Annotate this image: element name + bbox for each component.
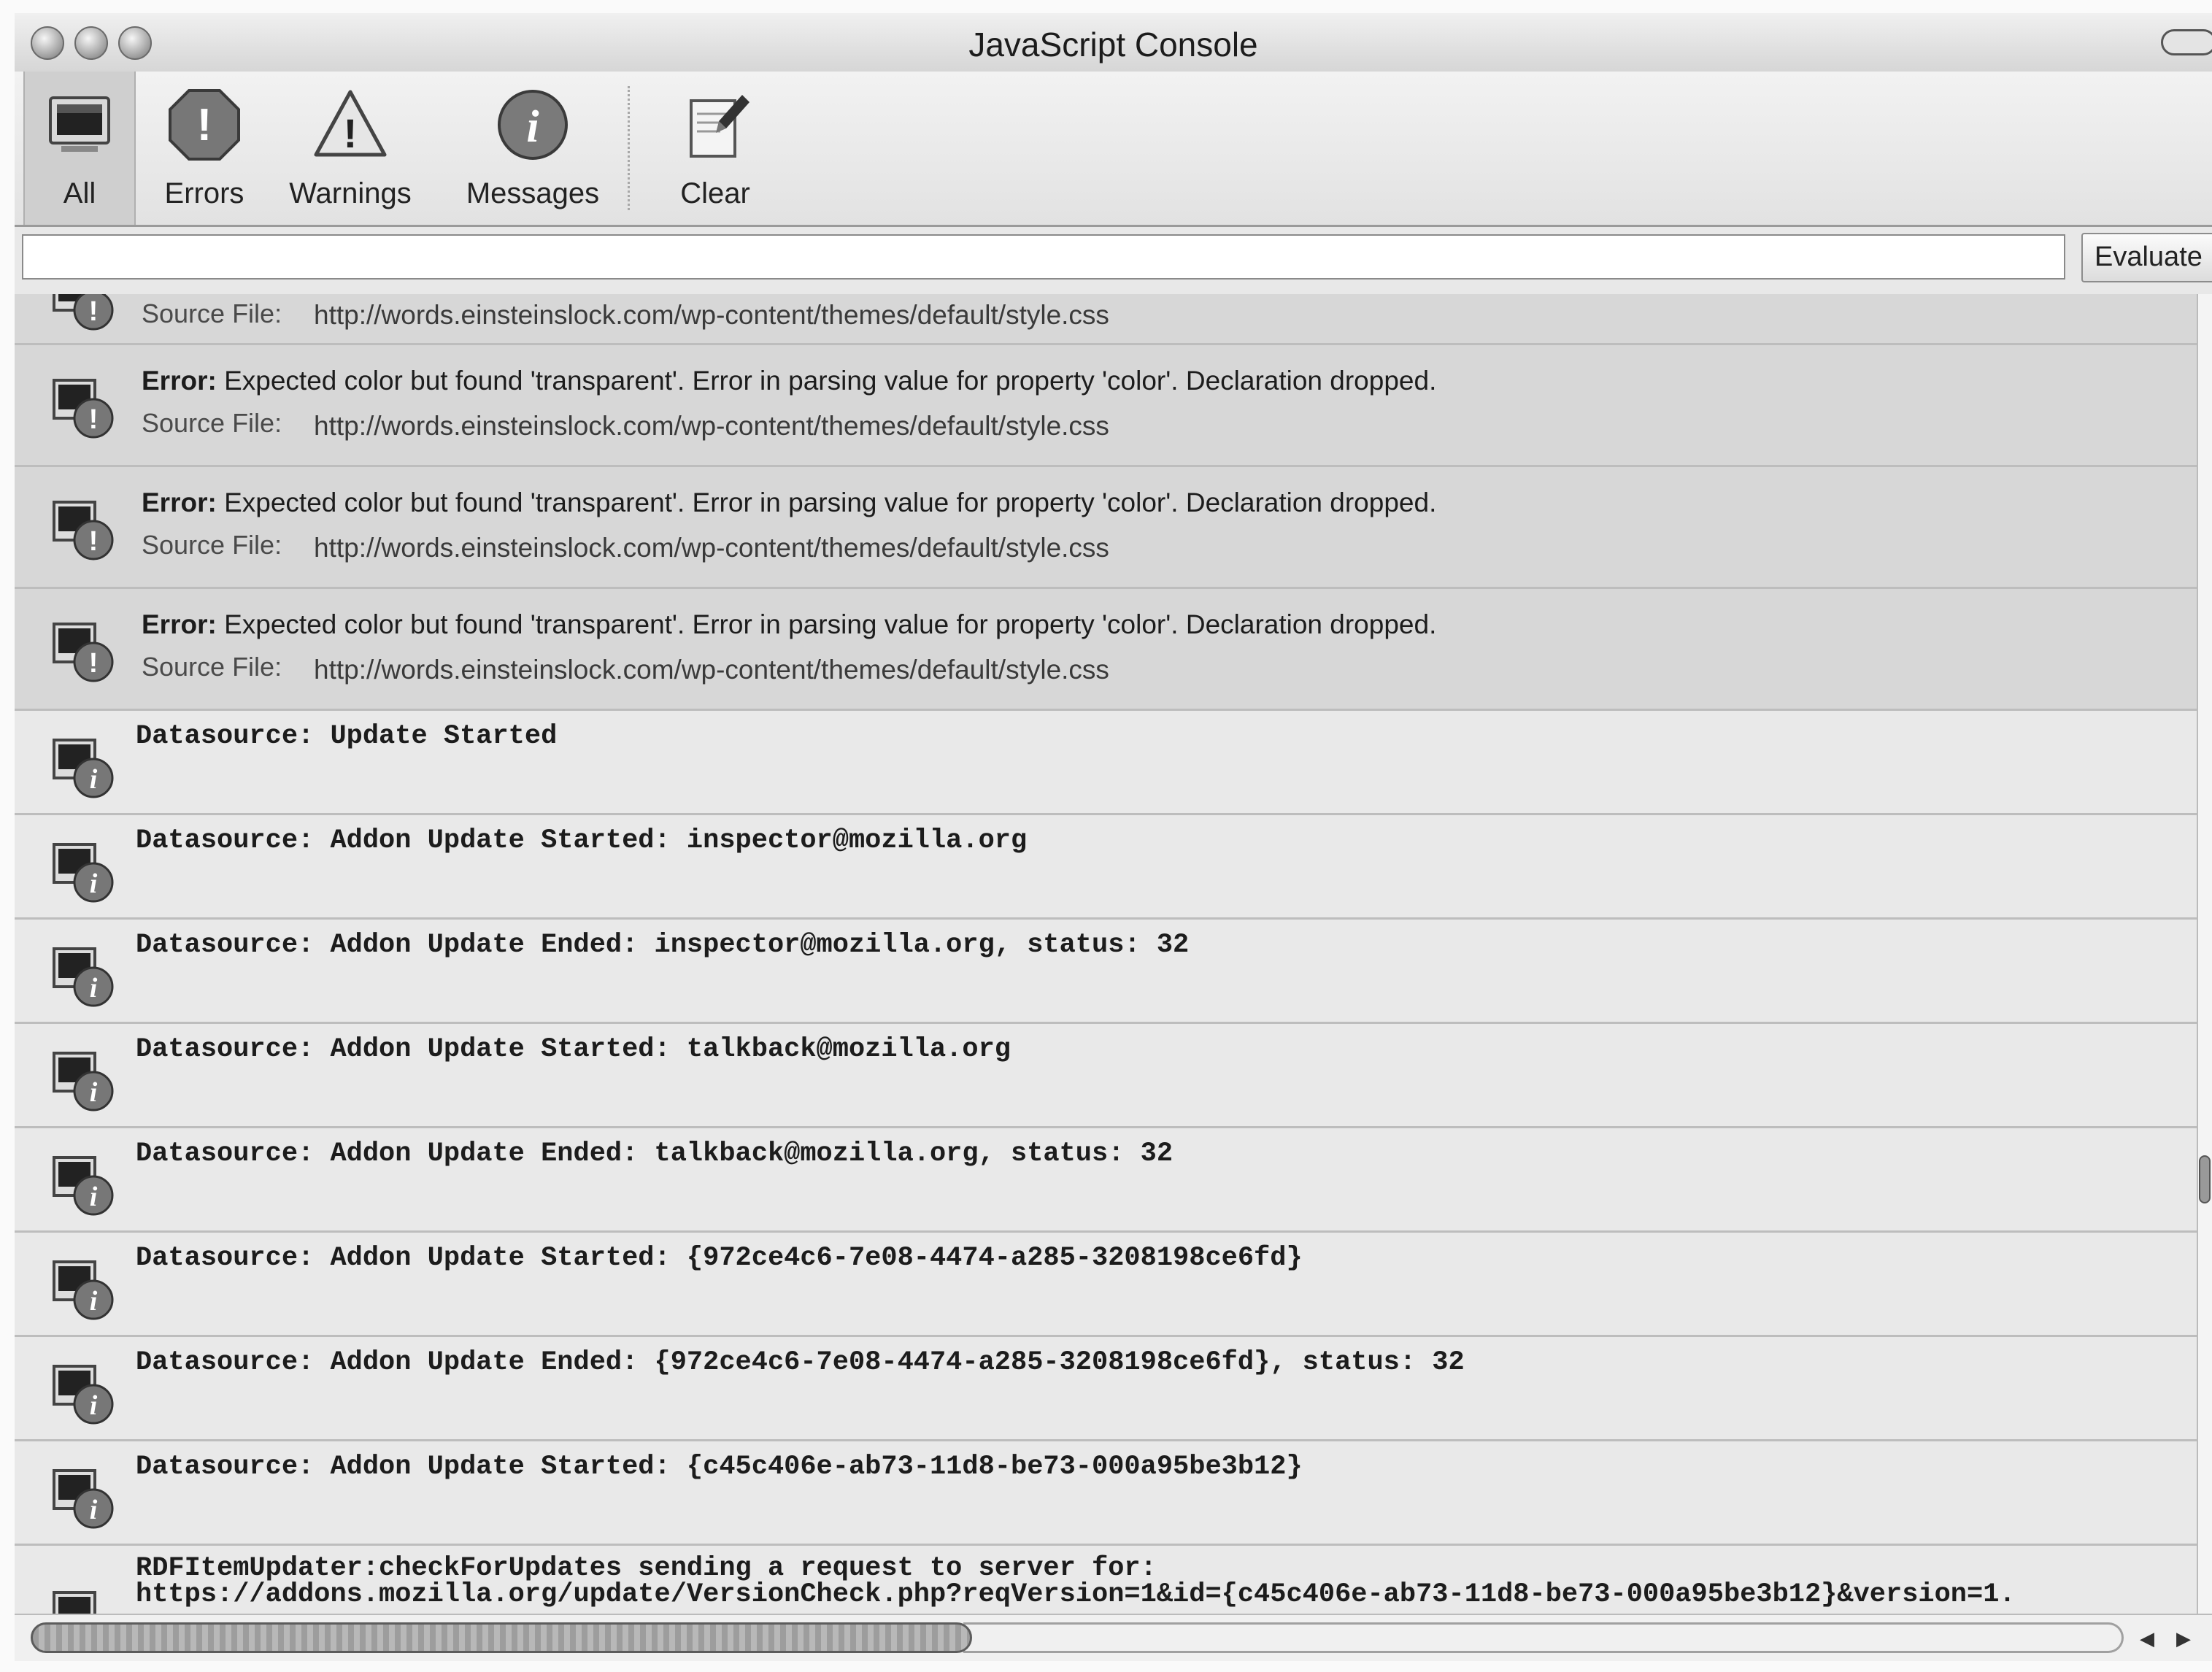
- all-filter-button[interactable]: All: [23, 72, 136, 225]
- error-prefix: Error:: [142, 366, 217, 396]
- error-text: Expected color but found 'transparent'. …: [216, 609, 1437, 639]
- evaluate-button[interactable]: Evaluate: [2081, 233, 2212, 282]
- svg-text:i: i: [90, 1286, 98, 1317]
- svg-text:i: i: [90, 973, 98, 1003]
- svg-text:i: i: [90, 868, 98, 899]
- svg-text:!: !: [89, 296, 99, 327]
- svg-text:!: !: [89, 526, 99, 557]
- clear-label: Clear: [680, 177, 750, 209]
- error-message: Error: Expected color but found 'transpa…: [142, 609, 1436, 640]
- info-icon: i: [53, 1260, 114, 1320]
- info-icon: i: [53, 1365, 114, 1425]
- list-item[interactable]: i Datasource: Addon Update Ended: talkba…: [15, 1128, 2197, 1233]
- list-item[interactable]: i Datasource: Addon Update Started: {972…: [15, 1233, 2197, 1337]
- all-filter-label: All: [63, 177, 96, 209]
- message-text: Datasource: Addon Update Ended: inspecto…: [136, 930, 1190, 960]
- svg-text:i: i: [526, 102, 539, 152]
- toolbar-toggle-button[interactable]: [2161, 29, 2212, 55]
- svg-text:!: !: [89, 404, 99, 435]
- error-text: Expected color but found 'transparent'. …: [216, 488, 1437, 517]
- error-message: Error: Expected color but found 'transpa…: [142, 366, 1436, 396]
- list-item[interactable]: i Datasource: Addon Update Started: talk…: [15, 1024, 2197, 1128]
- error-prefix: Error:: [142, 488, 217, 517]
- info-icon: i: [53, 739, 114, 798]
- source-file-label: Source File:: [142, 298, 282, 328]
- message-text: Datasource: Addon Update Ended: {972ce4c…: [136, 1347, 1465, 1378]
- message-list[interactable]: ! Source File: http://words.einsteinsloc…: [15, 294, 2197, 1614]
- svg-text:!: !: [344, 110, 358, 156]
- list-item[interactable]: ! Error: Expected color but found 'trans…: [15, 589, 2197, 711]
- list-item[interactable]: i Datasource: Addon Update Started: {c45…: [15, 1441, 2197, 1546]
- scroll-left-arrow-icon[interactable]: ◀: [2131, 1625, 2163, 1652]
- message-text: Datasource: Update Started: [136, 721, 558, 752]
- toolbar-separator: [628, 86, 630, 210]
- message-text: Datasource: Addon Update Ended: talkback…: [136, 1139, 1174, 1169]
- list-item[interactable]: RDFItemUpdater:checkForUpdates sending a…: [15, 1546, 2197, 1614]
- scroll-right-arrow-icon[interactable]: ▶: [2167, 1625, 2200, 1652]
- source-file-url[interactable]: http://words.einsteinslock.com/wp-conten…: [314, 533, 1109, 563]
- list-item[interactable]: ! Error: Expected color but found 'trans…: [15, 345, 2197, 467]
- warnings-filter-button[interactable]: ! Warnings: [281, 72, 420, 225]
- error-icon: !: [53, 379, 114, 439]
- warning-icon: !: [314, 90, 387, 157]
- svg-text:i: i: [90, 1182, 98, 1212]
- info-icon: i: [53, 1156, 114, 1216]
- errors-filter-button[interactable]: ! Errors: [146, 72, 263, 225]
- monitor-icon: [49, 96, 110, 152]
- list-item[interactable]: i Datasource: Update Started: [15, 711, 2197, 815]
- message-text: Datasource: Addon Update Started: {c45c4…: [136, 1452, 1303, 1482]
- evaluate-input[interactable]: [22, 234, 2065, 280]
- svg-text:i: i: [90, 1390, 98, 1421]
- message-text: Datasource: Addon Update Started: inspec…: [136, 825, 1028, 856]
- source-file-url[interactable]: http://words.einsteinslock.com/wp-conten…: [314, 655, 1109, 685]
- message-text: Datasource: Addon Update Started: talkba…: [136, 1034, 1011, 1065]
- source-file-label: Source File:: [142, 530, 282, 560]
- info-icon: i: [53, 1469, 114, 1529]
- horizontal-scroll-track[interactable]: [963, 1622, 2124, 1653]
- list-item[interactable]: ! Source File: http://words.einsteinsloc…: [15, 294, 2197, 345]
- error-icon: !: [53, 623, 114, 682]
- info-icon: i: [53, 947, 114, 1007]
- error-icon: !: [53, 501, 114, 560]
- message-text: Datasource: Addon Update Started: {972ce…: [136, 1243, 1303, 1274]
- svg-text:!: !: [197, 100, 212, 150]
- error-text: Expected color but found 'transparent'. …: [216, 366, 1437, 396]
- messages-filter-label: Messages: [466, 177, 600, 209]
- toolbar: All ! Errors ! Warnings i Messages Clear: [15, 72, 2212, 227]
- errors-filter-label: Errors: [164, 177, 244, 209]
- source-file-url[interactable]: http://words.einsteinslock.com/wp-conten…: [314, 411, 1109, 442]
- horizontal-scroll-thumb[interactable]: [31, 1622, 972, 1653]
- list-item[interactable]: i Datasource: Addon Update Ended: {972ce…: [15, 1337, 2197, 1441]
- window-title: JavaScript Console: [968, 26, 1258, 63]
- list-item[interactable]: ! Error: Expected color but found 'trans…: [15, 467, 2197, 589]
- vertical-scroll-thumb[interactable]: [2199, 1155, 2211, 1203]
- error-message: Error: Expected color but found 'transpa…: [142, 488, 1436, 518]
- list-item[interactable]: i Datasource: Addon Update Ended: inspec…: [15, 920, 2197, 1024]
- list-item[interactable]: i Datasource: Addon Update Started: insp…: [15, 815, 2197, 920]
- svg-text:!: !: [89, 648, 99, 679]
- title-bar[interactable]: JavaScript Console: [15, 13, 2212, 72]
- info-icon: i: [498, 90, 568, 160]
- error-icon: !: [169, 89, 240, 161]
- clear-button[interactable]: Clear: [650, 72, 781, 225]
- clear-icon: [690, 95, 749, 158]
- svg-text:i: i: [90, 1077, 98, 1108]
- horizontal-scrollbar[interactable]: ◀ ▶: [15, 1614, 2212, 1661]
- console-window: JavaScript Console All ! Errors ! Warnin…: [15, 13, 2212, 1661]
- svg-text:i: i: [90, 1495, 98, 1525]
- error-prefix: Error:: [142, 609, 217, 639]
- source-file-url[interactable]: http://words.einsteinslock.com/wp-conten…: [314, 300, 1109, 331]
- messages-filter-button[interactable]: i Messages: [452, 72, 613, 225]
- message-url: https://addons.mozilla.org/update/Versio…: [136, 1579, 2016, 1610]
- info-icon: i: [53, 1052, 114, 1112]
- source-file-label: Source File:: [142, 652, 282, 682]
- warnings-filter-label: Warnings: [289, 177, 412, 209]
- evaluate-bar: Evaluate: [15, 227, 2212, 296]
- vertical-scrollbar[interactable]: [2197, 294, 2212, 1614]
- svg-text:i: i: [90, 764, 98, 795]
- info-icon: i: [53, 843, 114, 903]
- error-icon: !: [53, 294, 114, 331]
- source-file-label: Source File:: [142, 408, 282, 438]
- info-icon: [53, 1591, 96, 1614]
